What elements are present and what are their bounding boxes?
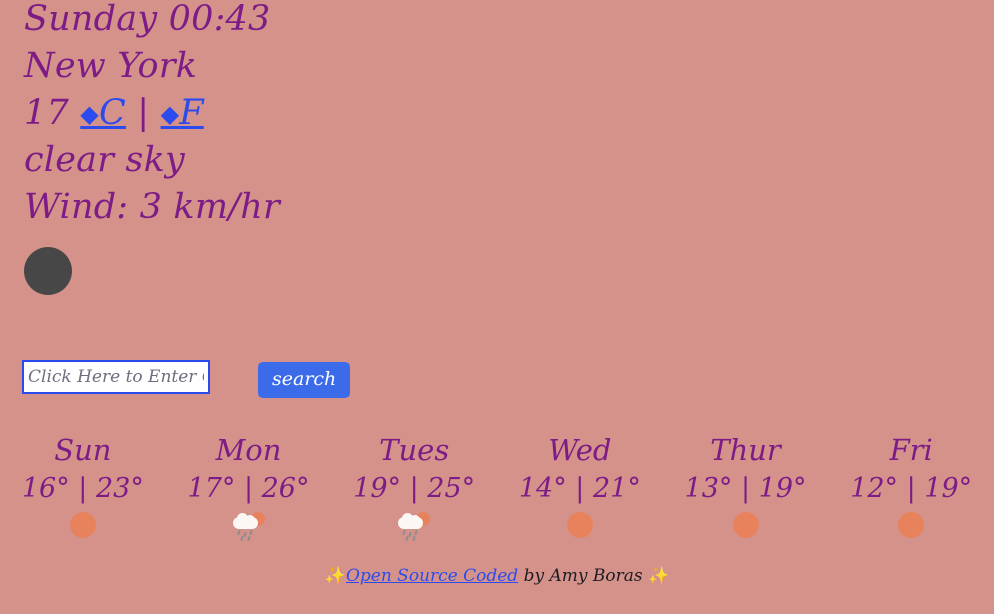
degree-diamond-icon: ◆ bbox=[160, 100, 180, 128]
forecast-day-temps: 12° | 19° bbox=[850, 473, 973, 504]
forecast-day-temps: 13° | 19° bbox=[684, 473, 807, 504]
degree-diamond-icon: ◆ bbox=[80, 100, 99, 128]
forecast-day-card: Mon 17° | 26° bbox=[166, 430, 332, 546]
search-button[interactable]: search bbox=[258, 362, 351, 398]
theme-toggle-circle[interactable] bbox=[24, 247, 72, 295]
rain-sun-icon bbox=[397, 512, 431, 542]
raindrop-glyph bbox=[402, 529, 406, 536]
raindrop-glyph bbox=[405, 535, 409, 542]
open-source-link[interactable]: Open Source Coded bbox=[346, 566, 518, 586]
forecast-day-icon bbox=[497, 512, 663, 546]
forecast-day-icon bbox=[331, 512, 497, 546]
raindrop-glyph bbox=[408, 531, 412, 538]
unit-celsius-label: C bbox=[98, 93, 126, 133]
unit-celsius-link[interactable]: ◆C bbox=[80, 93, 126, 133]
current-temperature-row: 17 ◆C | ◆F bbox=[24, 90, 994, 137]
forecast-day-name: Fri bbox=[889, 433, 933, 467]
search-row: search bbox=[22, 360, 351, 398]
sun-icon bbox=[898, 512, 925, 538]
sparkle-icon: ✨ bbox=[648, 566, 670, 586]
forecast-day-temps: 16° | 23° bbox=[21, 473, 144, 504]
forecast-day-card: Fri 12° | 19° bbox=[828, 430, 994, 546]
forecast-day-temps: 17° | 26° bbox=[187, 473, 310, 504]
forecast-day-name: Thur bbox=[710, 433, 781, 467]
footer: ✨Open Source Coded by Amy Boras ✨ bbox=[0, 566, 994, 586]
forecast-day-icon bbox=[166, 512, 332, 546]
forecast-day-card: Sun 16° | 23° bbox=[0, 430, 166, 546]
forecast-day-icon bbox=[663, 512, 829, 546]
unit-separator: | bbox=[137, 93, 150, 133]
forecast-day-name: Tues bbox=[379, 433, 450, 467]
forecast-day-name: Wed bbox=[548, 433, 612, 467]
sun-icon bbox=[732, 512, 759, 538]
forecast-day-card: Thur 13° | 19° bbox=[663, 430, 829, 546]
current-datetime: Sunday 00:43 bbox=[24, 0, 271, 39]
sun-icon bbox=[69, 512, 96, 538]
cloud-glyph bbox=[244, 515, 255, 525]
current-conditions-panel: Sunday 00:43 New York 17 ◆C | ◆F clear s… bbox=[0, 0, 994, 231]
current-description: clear sky bbox=[24, 140, 185, 180]
raindrop-glyph bbox=[239, 535, 244, 542]
forecast-day-card: Wed 14° | 21° bbox=[497, 430, 663, 546]
forecast-day-name: Sun bbox=[54, 433, 112, 467]
raindrop-glyph bbox=[414, 529, 418, 536]
current-city: New York bbox=[24, 46, 198, 86]
raindrop-glyph bbox=[236, 529, 241, 536]
forecast-day-name: Mon bbox=[215, 433, 282, 467]
city-search-input[interactable] bbox=[22, 360, 210, 394]
forecast-day-temps: 14° | 21° bbox=[518, 473, 641, 504]
current-temperature-value: 17 bbox=[24, 93, 69, 133]
rain-sun-icon bbox=[232, 512, 266, 542]
current-wind: Wind: 3 km/hr bbox=[24, 187, 280, 227]
forecast-day-card: Tues 19° | 25° bbox=[331, 430, 497, 546]
toggle-row bbox=[0, 231, 994, 335]
raindrop-glyph bbox=[248, 529, 253, 536]
raindrop-glyph bbox=[246, 535, 251, 542]
forecast-strip: Sun 16° | 23° Mon 17° | 26° Tues 19° | 2… bbox=[0, 430, 994, 546]
forecast-day-temps: 19° | 25° bbox=[353, 473, 476, 504]
sparkle-icon: ✨ bbox=[324, 566, 346, 586]
unit-fahrenheit-link[interactable]: ◆F bbox=[161, 93, 204, 133]
forecast-day-icon bbox=[828, 512, 994, 546]
unit-fahrenheit-label: F bbox=[179, 93, 204, 133]
sun-icon bbox=[566, 512, 593, 538]
forecast-day-icon bbox=[0, 512, 166, 546]
raindrop-glyph bbox=[412, 535, 416, 542]
footer-author: by Amy Boras bbox=[518, 566, 649, 586]
